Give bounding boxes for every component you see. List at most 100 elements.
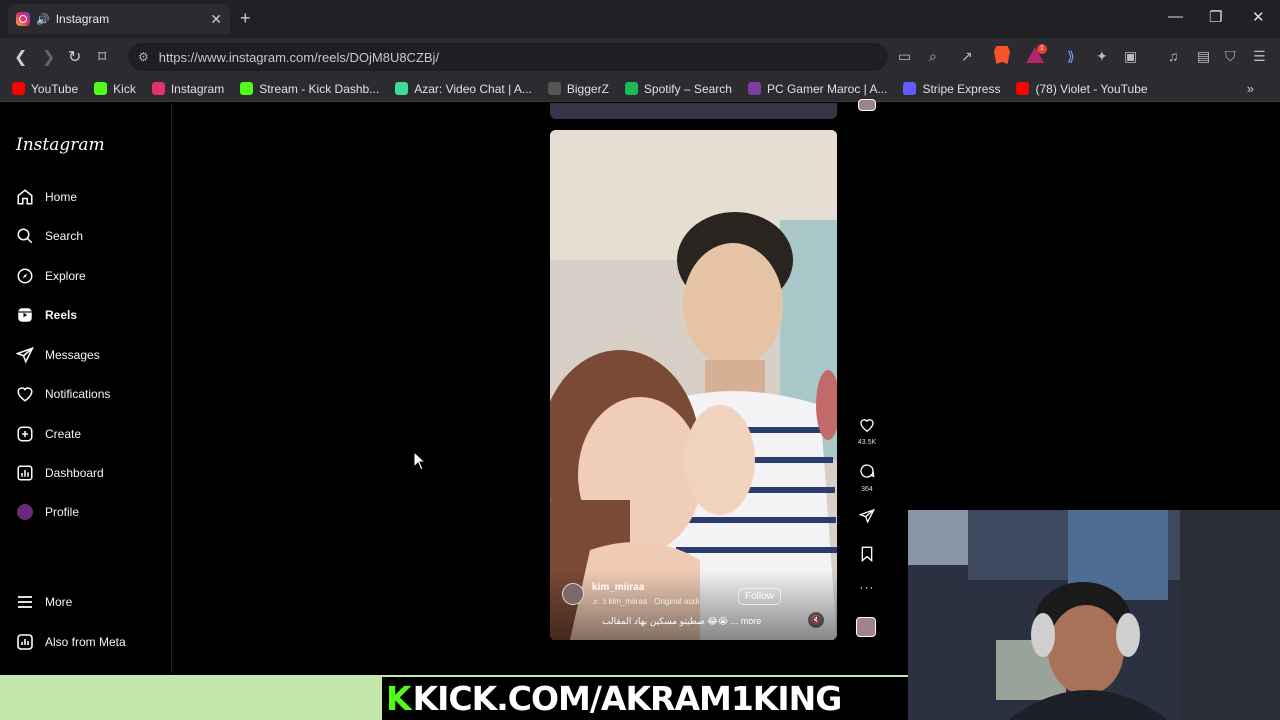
forward-icon[interactable]: ❯ bbox=[42, 47, 55, 67]
wallet-status-icon[interactable]: ⟫ bbox=[1067, 48, 1075, 65]
instagram-favicon-icon bbox=[16, 12, 30, 26]
new-tab-icon[interactable]: + bbox=[240, 8, 251, 29]
sidebar-icon[interactable]: ▣ bbox=[1124, 48, 1137, 65]
tab-instagram[interactable]: 🔊 Instagram ✕ bbox=[8, 4, 230, 34]
also-from-meta-item[interactable]: Also from Meta bbox=[16, 633, 126, 651]
nav-label: Create bbox=[45, 427, 82, 441]
bookmark-item[interactable]: Azar: Video Chat | A... bbox=[395, 82, 532, 96]
bookmark-icon[interactable]: ⌑ bbox=[98, 47, 106, 67]
bookmark-label: BiggerZ bbox=[566, 81, 609, 96]
share-button[interactable] bbox=[856, 508, 878, 529]
bookmark-favicon-icon bbox=[151, 82, 165, 95]
bookmark-item[interactable]: YouTube bbox=[12, 82, 78, 96]
bookmark-label: (78) Violet - YouTube bbox=[1035, 81, 1148, 96]
cast-icon[interactable]: ▭ bbox=[898, 48, 911, 65]
address-bar[interactable]: ⚙ https://www.instagram.com/reels/DOjM8U… bbox=[128, 43, 888, 71]
screen: 🔊 Instagram ✕ + — ❐ ✕ ❮ ❯ ↻ ⌑ ⚙ https://… bbox=[0, 0, 1280, 720]
back-icon[interactable]: ❮ bbox=[14, 47, 27, 67]
nav-item-notifications[interactable]: Notifications bbox=[16, 385, 110, 403]
bookmark-label: Spotify – Search bbox=[643, 81, 732, 96]
author-username[interactable]: kim_miiraa bbox=[592, 582, 644, 593]
speaker-icon[interactable]: 🔊 bbox=[36, 13, 50, 26]
bookmark-favicon-icon bbox=[903, 82, 917, 95]
meta-grid-icon bbox=[16, 633, 34, 651]
nav-item-messages[interactable]: Messages bbox=[16, 346, 100, 364]
bookmark-label: YouTube bbox=[31, 81, 79, 96]
nav-item-home[interactable]: Home bbox=[16, 188, 77, 206]
dashboard-icon bbox=[16, 464, 34, 482]
webcam-image bbox=[908, 510, 1280, 720]
bookmark-favicon-icon bbox=[395, 82, 409, 95]
comment-icon bbox=[860, 464, 875, 478]
zoom-icon[interactable]: ⌕ bbox=[929, 48, 937, 65]
nav-item-reels[interactable]: Reels bbox=[16, 306, 77, 324]
nav-label: Search bbox=[45, 229, 84, 243]
nav-label: Notifications bbox=[45, 387, 111, 401]
kick-logo: K bbox=[386, 679, 412, 718]
brave-shield-icon[interactable] bbox=[994, 46, 1010, 64]
reel-top-thumb[interactable] bbox=[856, 99, 878, 111]
bookmark-item[interactable]: PC Gamer Maroc | A... bbox=[747, 82, 887, 96]
heart-icon bbox=[16, 385, 34, 403]
home-icon bbox=[16, 188, 34, 206]
instagram-logo[interactable]: Instagram bbox=[16, 135, 105, 155]
nav-item-profile[interactable]: Profile bbox=[16, 503, 79, 521]
nav-item-explore[interactable]: Explore bbox=[16, 267, 86, 285]
bookmark-favicon-icon bbox=[240, 82, 254, 95]
minimize-icon[interactable]: — bbox=[1168, 8, 1183, 25]
tab-bar: 🔊 Instagram ✕ + — ❐ ✕ bbox=[0, 0, 1280, 38]
close-tab-icon[interactable]: ✕ bbox=[210, 11, 222, 28]
heart-icon bbox=[860, 419, 874, 432]
vpn-icon[interactable]: ⛉ bbox=[1225, 48, 1236, 65]
reel-frame-image bbox=[550, 130, 837, 640]
site-info-icon[interactable]: ⚙ bbox=[138, 50, 149, 64]
author-avatar[interactable] bbox=[562, 583, 584, 605]
reload-icon[interactable]: ↻ bbox=[68, 47, 81, 67]
bookmark-item[interactable]: BiggerZ bbox=[547, 81, 609, 96]
more-options-icon[interactable]: ··· bbox=[856, 580, 878, 594]
reel-caption[interactable]: صطيتو مسكين بهاد المقالب 😂😭 ... more bbox=[602, 616, 761, 627]
send-icon bbox=[858, 508, 875, 524]
like-button[interactable]: 43.5K bbox=[856, 417, 878, 446]
comment-count: 364 bbox=[861, 486, 873, 493]
audio-label[interactable]: ♬ ɔ kim_miiraa · Original audi bbox=[592, 597, 699, 606]
more-bookmarks-icon[interactable]: » bbox=[1247, 81, 1254, 96]
bookmark-item[interactable]: Stream - Kick Dashb... bbox=[240, 82, 379, 96]
more-menu-item[interactable]: More bbox=[16, 593, 72, 611]
save-button[interactable] bbox=[856, 546, 878, 567]
nav-label: Explore bbox=[45, 269, 86, 283]
webcam-overlay bbox=[908, 510, 1280, 720]
audio-thumb-button[interactable] bbox=[856, 617, 878, 637]
bookmark-item[interactable]: Spotify – Search bbox=[624, 81, 732, 96]
url-text: https://www.instagram.com/reels/DOjM8U8C… bbox=[158, 49, 440, 65]
menu-icon[interactable]: ☰ bbox=[1253, 48, 1266, 65]
nav-item-dashboard[interactable]: Dashboard bbox=[16, 464, 104, 482]
bookmark-item[interactable]: (78) Violet - YouTube bbox=[1016, 81, 1148, 96]
bookmark-item[interactable]: Kick bbox=[94, 82, 136, 96]
nav-item-search[interactable]: Search bbox=[16, 227, 83, 245]
mute-icon[interactable]: 🔇 bbox=[808, 612, 824, 628]
media-icon[interactable]: ♫ bbox=[1168, 48, 1179, 64]
kick-channel-banner: K KICK.COM/AKRAM1KING bbox=[382, 677, 908, 720]
comment-button[interactable]: 364 bbox=[856, 463, 878, 493]
bookmark-label: Azar: Video Chat | A... bbox=[414, 81, 532, 96]
sidebar: Instagram Home Search Explore Reels Messages… bbox=[0, 103, 172, 673]
bookmark-favicon-icon bbox=[747, 82, 761, 95]
close-window-icon[interactable]: ✕ bbox=[1252, 8, 1265, 26]
bookmark-item[interactable]: Stripe Express bbox=[903, 82, 1000, 96]
audio-thumb bbox=[856, 617, 876, 637]
bookmark-item[interactable]: Instagram bbox=[151, 82, 224, 96]
wallet-icon[interactable]: ▤ bbox=[1197, 48, 1210, 65]
share-icon[interactable]: ↗ bbox=[961, 48, 973, 65]
follow-button[interactable]: Follow bbox=[738, 588, 781, 605]
restore-icon[interactable]: ❐ bbox=[1209, 8, 1222, 26]
tab-title: Instagram bbox=[55, 12, 110, 26]
extensions-icon[interactable]: ✦ bbox=[1096, 48, 1108, 65]
nav-item-create[interactable]: Create bbox=[16, 425, 81, 443]
previous-reel[interactable] bbox=[550, 103, 837, 119]
rewards-badge: 1 bbox=[1037, 44, 1047, 54]
bookmark-favicon-icon bbox=[1016, 82, 1030, 95]
mouse-cursor-icon bbox=[413, 451, 427, 471]
reel-video[interactable]: kim_miiraa ♬ ɔ kim_miiraa · Original aud… bbox=[550, 130, 837, 640]
nav-label: Home bbox=[45, 190, 78, 204]
